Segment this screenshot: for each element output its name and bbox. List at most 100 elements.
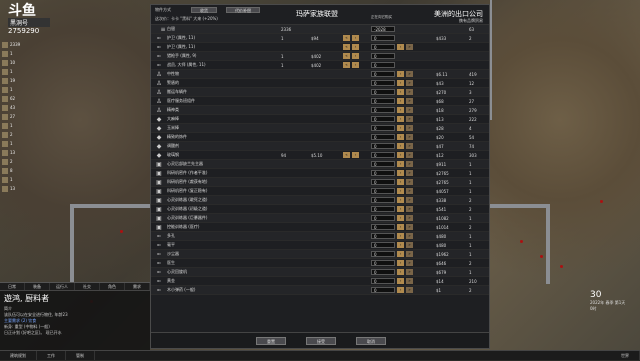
- trade-qty-input[interactable]: 0: [371, 62, 395, 68]
- buy-all-button[interactable]: »: [406, 242, 413, 248]
- trade-qty-input[interactable]: 0: [371, 35, 395, 41]
- toolbar-button[interactable]: 工作: [37, 351, 66, 360]
- trade-qty-input[interactable]: 0: [371, 170, 395, 176]
- buy-all-button[interactable]: »: [406, 251, 413, 257]
- buy-one-button[interactable]: ›: [397, 116, 404, 122]
- buy-one-button[interactable]: ›: [397, 98, 404, 104]
- buy-one-button[interactable]: ›: [397, 242, 404, 248]
- trade-qty-input[interactable]: 0: [371, 98, 395, 104]
- buy-one-button[interactable]: ›: [397, 188, 404, 194]
- trade-qty-input[interactable]: 0: [371, 242, 395, 248]
- trade-qty-input[interactable]: 0: [371, 89, 395, 95]
- buy-all-button[interactable]: »: [406, 161, 413, 167]
- buy-one-button[interactable]: ›: [397, 260, 404, 266]
- buy-one-button[interactable]: ›: [397, 107, 404, 113]
- sell-one-button[interactable]: ‹: [352, 62, 359, 68]
- buy-all-button[interactable]: »: [406, 134, 413, 140]
- trade-qty-input[interactable]: 0: [371, 80, 395, 86]
- buy-one-button[interactable]: ›: [397, 251, 404, 257]
- trade-qty-input[interactable]: 0: [371, 206, 395, 212]
- buy-all-button[interactable]: »: [406, 215, 413, 221]
- buy-one-button[interactable]: ›: [397, 143, 404, 149]
- buy-one-button[interactable]: ›: [397, 224, 404, 230]
- trade-qty-input[interactable]: 0: [371, 161, 395, 167]
- buy-all-button[interactable]: »: [406, 116, 413, 122]
- trade-qty-input[interactable]: 0: [371, 152, 395, 158]
- sell-all-button[interactable]: «: [343, 152, 350, 158]
- buy-all-button[interactable]: »: [406, 188, 413, 194]
- buy-one-button[interactable]: ›: [397, 170, 404, 176]
- buy-all-button[interactable]: »: [406, 125, 413, 131]
- tab-compensation[interactable]: 代价补偿: [226, 7, 260, 13]
- accept-button[interactable]: 接受: [306, 337, 336, 345]
- colonist-tab[interactable]: 运行人: [50, 283, 75, 290]
- buy-all-button[interactable]: »: [406, 233, 413, 239]
- colonist-tab[interactable]: 社交: [75, 283, 100, 290]
- trade-qty-input[interactable]: 0: [371, 233, 395, 239]
- buy-one-button[interactable]: ›: [397, 125, 404, 131]
- trade-qty-input[interactable]: 0: [371, 224, 395, 230]
- colonist-tab[interactable]: 日常: [0, 283, 25, 290]
- trade-qty-input[interactable]: 0: [371, 116, 395, 122]
- colonist-tab[interactable]: 角色: [100, 283, 125, 290]
- sell-all-button[interactable]: «: [343, 44, 350, 50]
- trade-qty-input[interactable]: 0: [371, 251, 395, 257]
- sell-one-button[interactable]: ‹: [352, 53, 359, 59]
- colonist-tab[interactable]: 需求: [125, 283, 150, 290]
- buy-all-button[interactable]: »: [406, 287, 413, 293]
- buy-one-button[interactable]: ›: [397, 233, 404, 239]
- trade-qty-input[interactable]: 0: [371, 44, 395, 50]
- trade-qty-input[interactable]: 0: [371, 278, 395, 284]
- buy-one-button[interactable]: ›: [397, 287, 404, 293]
- buy-one-button[interactable]: ›: [397, 215, 404, 221]
- trade-qty-input[interactable]: 0: [371, 269, 395, 275]
- trade-qty-input[interactable]: 0: [371, 134, 395, 140]
- buy-all-button[interactable]: »: [406, 80, 413, 86]
- toolbar-button[interactable]: 世界: [611, 351, 640, 360]
- trade-qty-input[interactable]: 0: [371, 260, 395, 266]
- buy-one-button[interactable]: ›: [397, 197, 404, 203]
- buy-all-button[interactable]: »: [406, 206, 413, 212]
- buy-one-button[interactable]: ›: [397, 152, 404, 158]
- buy-one-button[interactable]: ›: [397, 71, 404, 77]
- buy-all-button[interactable]: »: [406, 71, 413, 77]
- buy-all-button[interactable]: »: [406, 107, 413, 113]
- buy-all-button[interactable]: »: [406, 44, 413, 50]
- buy-all-button[interactable]: »: [406, 152, 413, 158]
- buy-all-button[interactable]: »: [406, 98, 413, 104]
- trade-qty-input[interactable]: 0: [371, 107, 395, 113]
- sell-all-button[interactable]: «: [343, 35, 350, 41]
- buy-all-button[interactable]: »: [406, 89, 413, 95]
- buy-one-button[interactable]: ›: [397, 44, 404, 50]
- buy-one-button[interactable]: ›: [397, 206, 404, 212]
- buy-one-button[interactable]: ›: [397, 269, 404, 275]
- tab-receive[interactable]: 收货: [191, 7, 217, 13]
- trade-qty-input[interactable]: 0: [371, 287, 395, 293]
- trade-qty-input[interactable]: 0: [371, 53, 395, 59]
- trade-qty-input[interactable]: 0: [371, 197, 395, 203]
- buy-all-button[interactable]: »: [406, 143, 413, 149]
- trade-qty-input[interactable]: 0: [371, 179, 395, 185]
- buy-all-button[interactable]: »: [406, 179, 413, 185]
- buy-all-button[interactable]: »: [406, 269, 413, 275]
- sell-all-button[interactable]: «: [343, 62, 350, 68]
- buy-one-button[interactable]: ›: [397, 278, 404, 284]
- trade-qty-input[interactable]: 0: [371, 125, 395, 131]
- toolbar-button[interactable]: 建筑规划: [0, 351, 37, 360]
- cancel-button[interactable]: 取消: [356, 337, 386, 345]
- buy-all-button[interactable]: »: [406, 278, 413, 284]
- buy-one-button[interactable]: ›: [397, 80, 404, 86]
- trade-qty-input[interactable]: 0: [371, 71, 395, 77]
- buy-one-button[interactable]: ›: [397, 161, 404, 167]
- buy-one-button[interactable]: ›: [397, 179, 404, 185]
- buy-all-button[interactable]: »: [406, 260, 413, 266]
- reset-button[interactable]: 重置: [256, 337, 286, 345]
- toolbar-button[interactable]: 管制: [66, 351, 95, 360]
- buy-one-button[interactable]: ›: [397, 89, 404, 95]
- buy-all-button[interactable]: »: [406, 170, 413, 176]
- sell-all-button[interactable]: «: [343, 53, 350, 59]
- buy-all-button[interactable]: »: [406, 197, 413, 203]
- buy-one-button[interactable]: ›: [397, 134, 404, 140]
- sell-one-button[interactable]: ‹: [352, 44, 359, 50]
- sell-one-button[interactable]: ‹: [352, 35, 359, 41]
